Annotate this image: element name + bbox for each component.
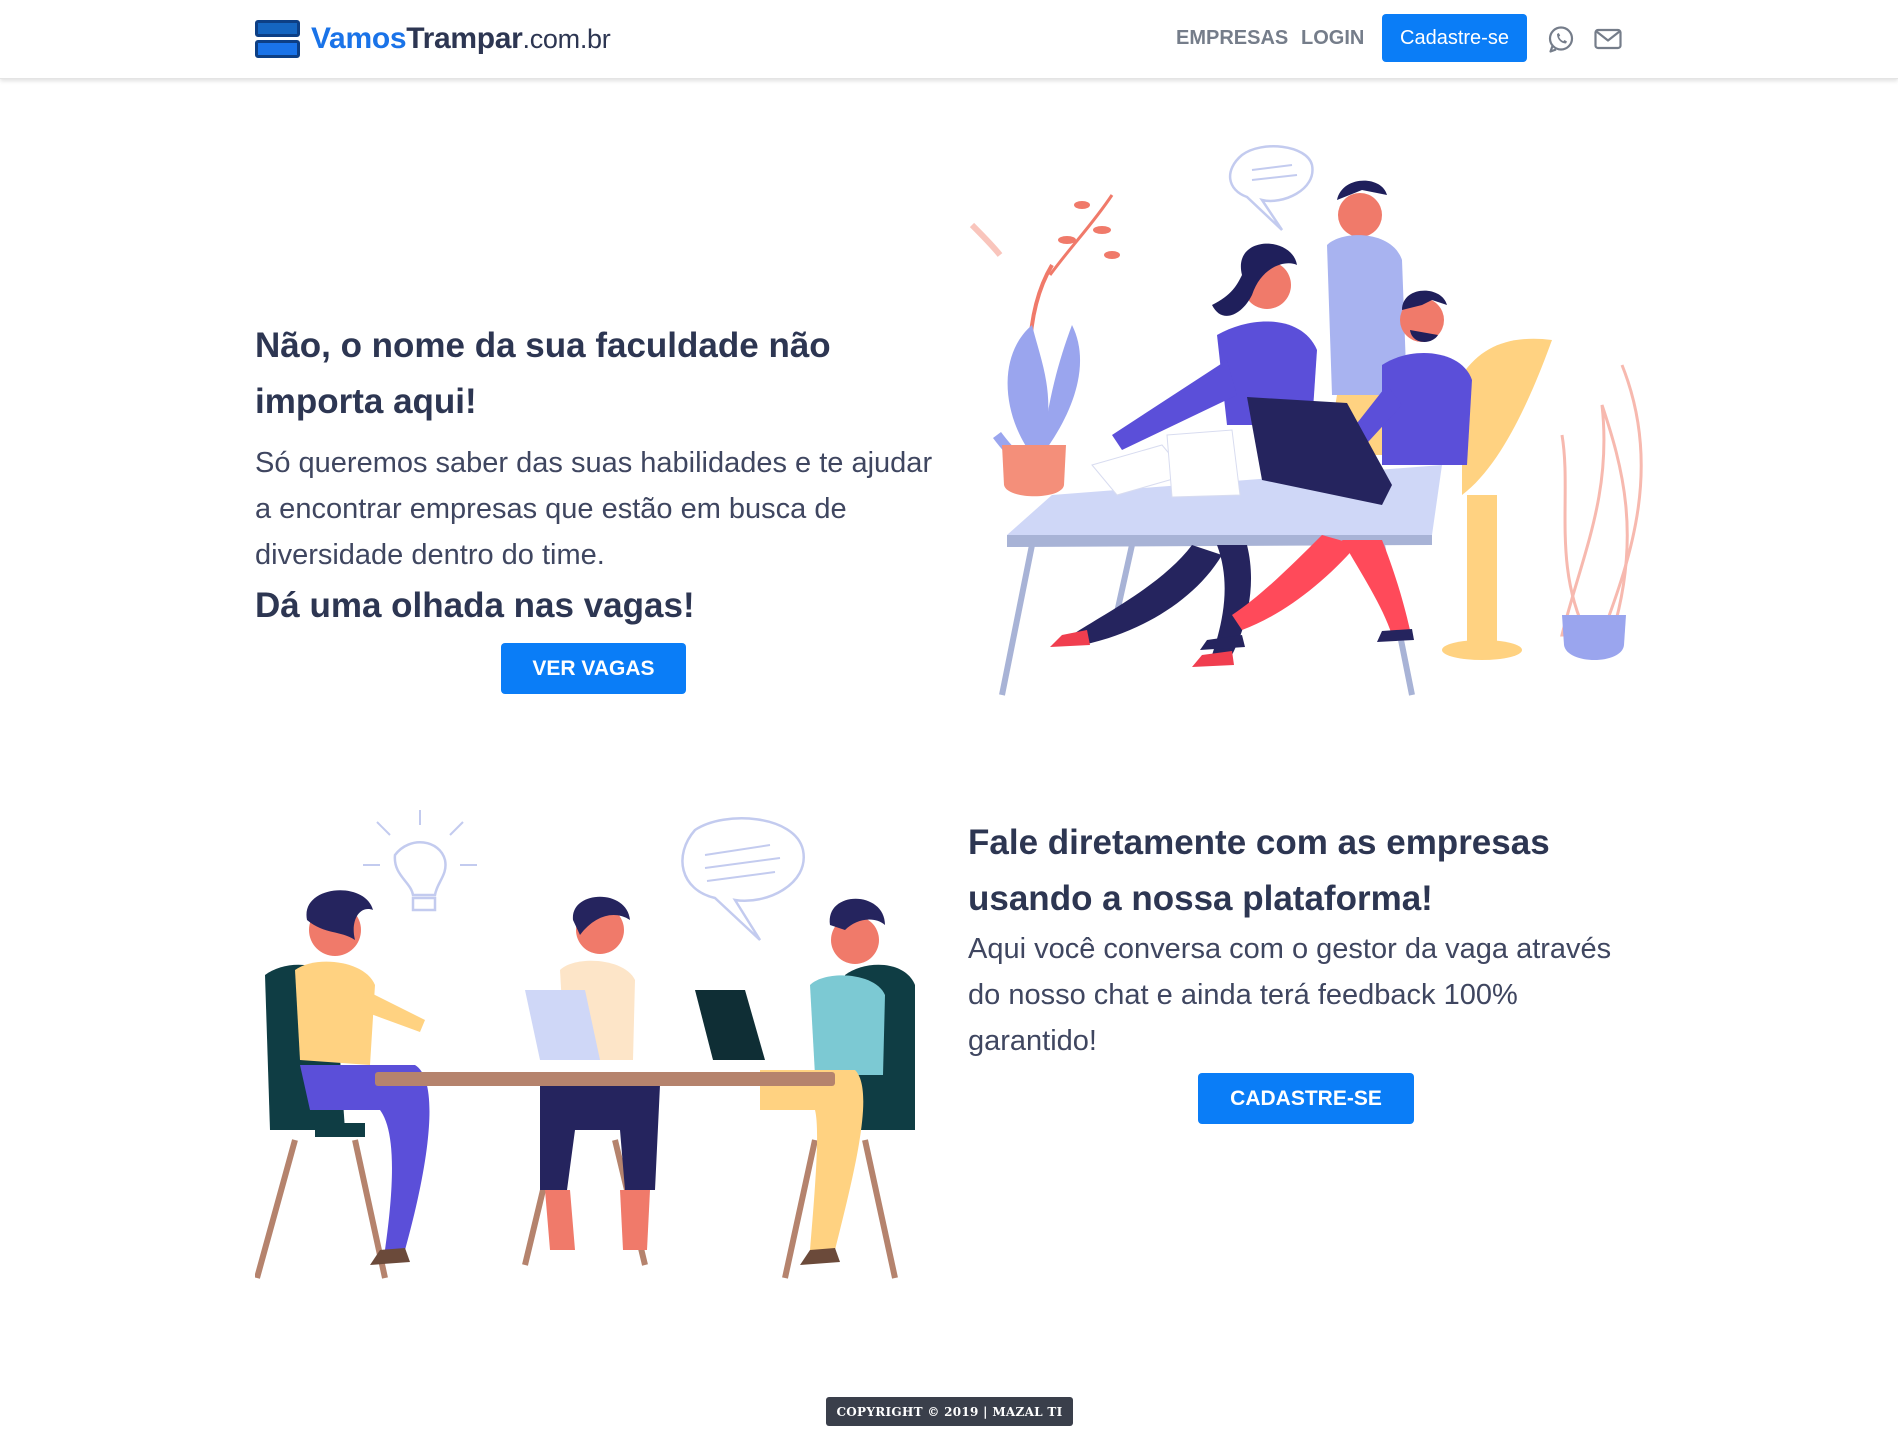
- section1-cta-title: Dá uma olhada nas vagas!: [255, 586, 695, 625]
- whatsapp-icon[interactable]: [1546, 24, 1576, 54]
- mail-icon[interactable]: [1593, 24, 1623, 54]
- section2-title: Fale diretamente com as empresas usando …: [968, 823, 1550, 918]
- brand-name: VamosTrampar.com.br: [311, 22, 611, 56]
- brand-logo-icon: [255, 20, 300, 58]
- section2-text: Aqui você conversa com o gestor da vaga …: [968, 933, 1612, 1057]
- navbar: VamosTrampar.com.br EMPRESAS LOGIN Cadas…: [0, 0, 1898, 79]
- brand-name-part1: Vamos: [311, 22, 407, 55]
- footer-copyright: COPYRIGHT © 2019 | MAZAL TI: [826, 1397, 1073, 1426]
- nav-link-login[interactable]: LOGIN: [1301, 27, 1364, 50]
- signup-button[interactable]: Cadastre-se: [1382, 14, 1527, 62]
- section1-title: Não, o nome da sua faculdade não importa…: [255, 326, 831, 421]
- brand-name-part2: Trampar: [406, 22, 523, 55]
- cadastre-se-button[interactable]: CADASTRE-SE: [1198, 1073, 1414, 1124]
- brand-logo-link[interactable]: VamosTrampar.com.br: [255, 20, 611, 58]
- ver-vagas-button[interactable]: VER VAGAS: [501, 643, 686, 694]
- team-meeting-illustration: [969, 145, 1643, 696]
- nav-link-empresas[interactable]: EMPRESAS: [1176, 27, 1288, 50]
- brand-name-domain: .com.br: [522, 24, 611, 54]
- team-chat-illustration: [255, 810, 915, 1279]
- section1-text: Só queremos saber das suas habilidades e…: [255, 447, 933, 571]
